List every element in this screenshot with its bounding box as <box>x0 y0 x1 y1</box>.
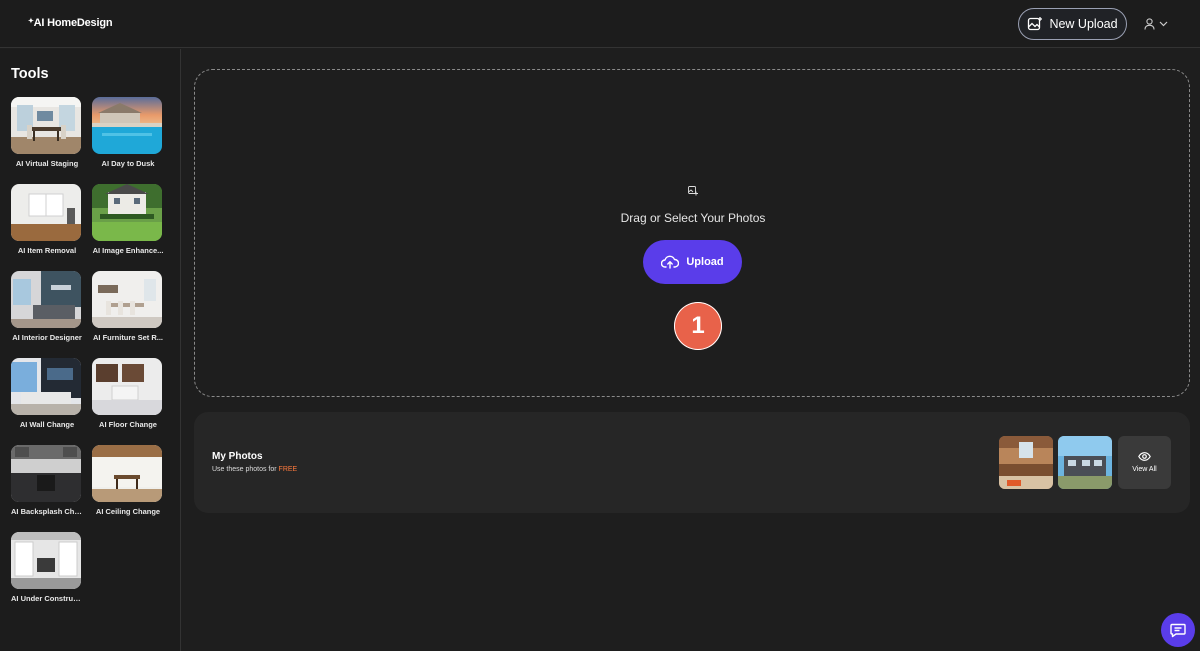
wall-change-thumbnail <box>11 358 81 415</box>
ceiling-change-thumbnail <box>92 445 162 502</box>
logo-text: AI HomeDesign <box>33 17 113 29</box>
upload-button[interactable]: Upload <box>643 240 742 284</box>
cloud-upload-icon <box>661 255 680 269</box>
tool-label: AI Wall Change <box>19 420 75 429</box>
view-all-button[interactable]: View All <box>1118 436 1171 489</box>
image-enhance-thumbnail <box>92 184 162 241</box>
eye-icon <box>1138 452 1151 461</box>
upload-label: Upload <box>686 256 724 268</box>
image-upload-icon <box>688 186 698 196</box>
dropzone-prompt: Drag or Select Your Photos <box>620 211 766 225</box>
item-removal-thumbnail <box>11 184 81 241</box>
user-menu[interactable] <box>1144 16 1172 32</box>
tool-label: AI Interior Designer <box>12 333 82 342</box>
app-logo[interactable]: ✦AI HomeDesign <box>28 17 113 29</box>
top-bar: ✦AI HomeDesign New Upload <box>0 0 1200 48</box>
tool-virtual-staging[interactable]: AI Virtual Staging <box>11 97 91 168</box>
tool-label: AI Ceiling Change <box>95 507 161 516</box>
step-number-badge: 1 <box>674 302 722 350</box>
tool-day-to-dusk[interactable]: AI Day to Dusk <box>92 97 172 168</box>
new-upload-label: New Upload <box>1049 17 1118 31</box>
tool-interior-designer[interactable]: AI Interior Designer <box>11 271 91 342</box>
user-icon <box>1144 18 1155 30</box>
under-construction-thumbnail <box>11 532 81 589</box>
tool-label: AI Image Enhance... <box>92 246 164 255</box>
floor-change-thumbnail <box>92 358 162 415</box>
chevron-down-icon <box>1159 21 1168 27</box>
chat-icon <box>1170 623 1186 637</box>
tool-label: AI Furniture Set R... <box>92 333 163 342</box>
tool-furniture-set[interactable]: AI Furniture Set R... <box>92 271 172 342</box>
free-highlight: FREE <box>278 466 298 473</box>
tool-under-construction[interactable]: AI Under Construc... <box>11 532 91 603</box>
furniture-set-thumbnail <box>92 271 162 328</box>
image-add-icon <box>1028 17 1043 31</box>
new-upload-button[interactable]: New Upload <box>1018 8 1127 40</box>
tool-label: AI Under Construc... <box>11 594 83 603</box>
tool-backsplash-change[interactable]: AI Backsplash Cha... <box>11 445 91 516</box>
tool-label: AI Backsplash Cha... <box>11 507 83 516</box>
tool-label: AI Virtual Staging <box>15 159 79 168</box>
tool-ceiling-change[interactable]: AI Ceiling Change <box>92 445 172 516</box>
tool-floor-change[interactable]: AI Floor Change <box>92 358 172 429</box>
tool-label: AI Item Removal <box>17 246 77 255</box>
my-photo-kitchen[interactable] <box>999 436 1053 489</box>
day-to-dusk-thumbnail <box>92 97 162 154</box>
tool-image-enhance[interactable]: AI Image Enhance... <box>92 184 172 255</box>
tool-label: AI Day to Dusk <box>101 159 155 168</box>
my-photos-panel: My Photos Use these photos for FREE View… <box>194 412 1190 513</box>
tools-sidebar: Tools AI Virtual Staging AI Day to Dusk … <box>0 49 181 651</box>
chat-support-button[interactable] <box>1161 613 1195 647</box>
interior-designer-thumbnail <box>11 271 81 328</box>
my-photos-subtitle: Use these photos for FREE <box>212 466 297 473</box>
my-photo-house-exterior[interactable] <box>1058 436 1112 489</box>
subtitle-text: Use these photos for <box>212 466 279 473</box>
tool-item-removal[interactable]: AI Item Removal <box>11 184 91 255</box>
my-photos-title: My Photos <box>212 451 263 462</box>
upload-dropzone[interactable]: Drag or Select Your Photos Upload 1 <box>194 69 1190 397</box>
virtual-staging-thumbnail <box>11 97 81 154</box>
view-all-label: View All <box>1132 466 1157 473</box>
tool-label: AI Floor Change <box>99 420 157 429</box>
backsplash-change-thumbnail <box>11 445 81 502</box>
tool-wall-change[interactable]: AI Wall Change <box>11 358 91 429</box>
sidebar-title: Tools <box>11 66 49 82</box>
